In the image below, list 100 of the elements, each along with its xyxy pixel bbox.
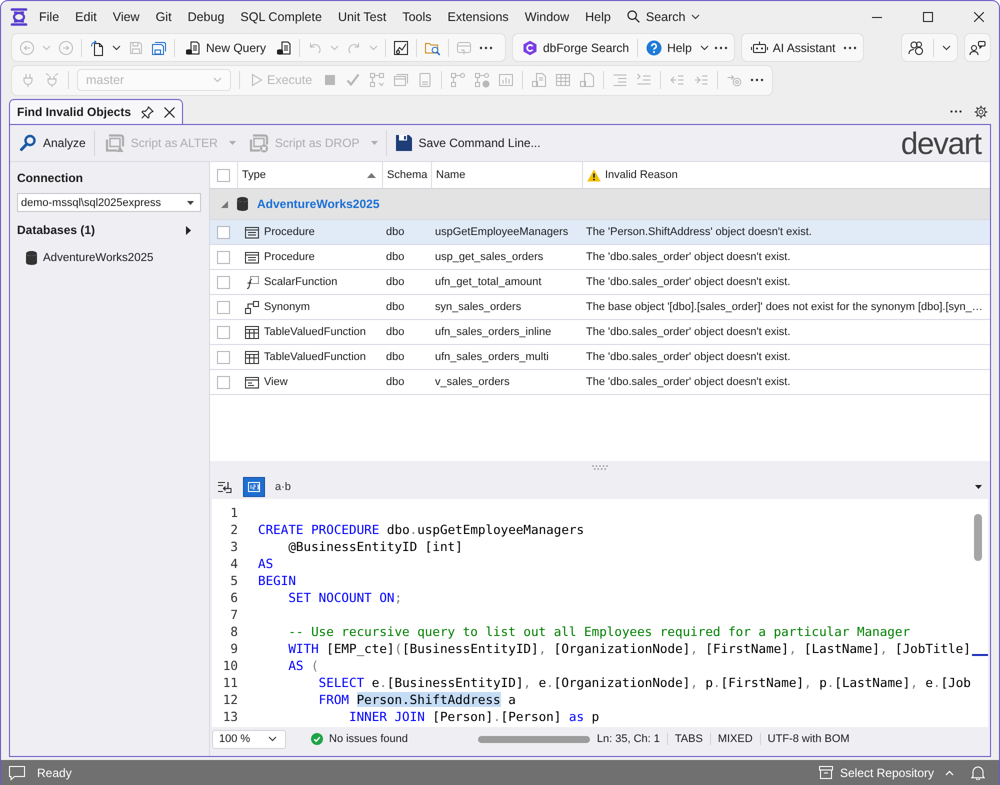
dbforge-search-button[interactable]: dbForge Search — [519, 40, 632, 56]
line-endings-text[interactable]: MIXED — [710, 733, 760, 745]
collapse-triangle-icon[interactable] — [221, 200, 228, 208]
save-all-icon[interactable] — [151, 40, 167, 56]
row-checkbox[interactable] — [217, 376, 230, 388]
triangle-right-icon[interactable] — [186, 226, 191, 234]
table-cell: TableValuedFunction — [264, 351, 366, 363]
status-text: Ready — [37, 766, 72, 780]
line-number: 10 — [222, 657, 238, 674]
group-row[interactable]: AdventureWorks2025 — [210, 189, 990, 220]
row-checkbox[interactable] — [217, 350, 230, 364]
row-checkbox[interactable] — [217, 226, 230, 238]
caret-icon[interactable] — [942, 44, 951, 50]
line-number: 7 — [229, 606, 238, 623]
logo-wordmark: devart — [900, 128, 982, 158]
horizontal-scrollbar-thumb[interactable] — [478, 736, 590, 742]
table-cell: dbo — [386, 251, 404, 263]
splitter-grip-icon[interactable] — [592, 465, 608, 470]
column-header[interactable]: Name — [431, 162, 582, 188]
column-header[interactable]: Type — [237, 162, 382, 188]
table-cell: dbo — [386, 326, 404, 338]
row-checkbox[interactable] — [217, 250, 230, 264]
menu-item[interactable]: Unit Test — [330, 8, 394, 26]
help-button[interactable]: Help — [643, 40, 695, 56]
menu-item[interactable]: Extensions — [440, 8, 517, 26]
scrollbar-thumb[interactable] — [974, 514, 982, 561]
line-number: 3 — [229, 538, 238, 555]
line-number: 5 — [229, 572, 238, 589]
linked-squares-icon — [245, 300, 259, 314]
table-cell: ScalarFunction — [264, 276, 338, 288]
caret-icon[interactable] — [112, 44, 121, 50]
caret-down-icon — [187, 200, 194, 204]
line-number: 9 — [229, 640, 238, 657]
check-circle-icon — [311, 733, 323, 745]
column-header[interactable]: Schema — [382, 162, 431, 188]
table-cell: dbo — [386, 376, 404, 388]
back-icon[interactable] — [19, 40, 35, 56]
close-icon[interactable] — [164, 106, 176, 118]
table-cell: v_sales_orders — [435, 376, 510, 388]
menu-item[interactable]: File — [31, 8, 68, 26]
close-icon[interactable] — [974, 12, 984, 22]
database-icon — [237, 197, 248, 211]
search-menu-button[interactable]: Search — [618, 8, 708, 26]
people-icon[interactable] — [908, 40, 925, 56]
pin-icon[interactable] — [141, 106, 154, 118]
more-icon[interactable] — [479, 46, 494, 50]
row-checkbox[interactable] — [217, 300, 230, 314]
maximize-icon[interactable] — [923, 12, 933, 22]
code-line: FROM Person.ShiftAddress a — [318, 691, 516, 708]
cursor-position-text: Ln: 35, Ch: 1 — [596, 733, 661, 745]
save-command-line-button[interactable]: Save Command Line... — [392, 134, 544, 152]
zoom-dropdown[interactable]: 100 % — [212, 730, 286, 748]
encoding-text[interactable]: UTF-8 with BOM — [760, 733, 857, 745]
code-line: SELECT e.[BusinessEntityID], e.[OrganizationNode], p.[FirstName], p.[LastName], e.[Job — [318, 674, 971, 691]
function-icon — [245, 276, 259, 288]
analyze-button[interactable]: Analyze — [16, 134, 89, 152]
menu-item[interactable]: Help — [577, 8, 619, 26]
code-line: CREATE PROCEDURE dbo.uspGetEmployeeManagers — [258, 521, 584, 538]
database-item[interactable]: AdventureWorks2025 — [26, 251, 154, 265]
document-tab[interactable]: Find Invalid Objects — [9, 99, 184, 124]
forward-icon[interactable] — [58, 40, 74, 56]
chart-window-icon[interactable] — [393, 40, 410, 56]
more-icon[interactable] — [950, 110, 962, 113]
line-number: 13 — [222, 708, 238, 725]
whitespace-toggle[interactable]: a·b — [271, 476, 295, 496]
new-query-button[interactable]: New Query — [182, 40, 270, 56]
menu-item[interactable]: Window — [516, 8, 578, 26]
line-numbers-toggle[interactable] — [243, 476, 265, 496]
indentation-text[interactable]: TABS — [666, 733, 710, 745]
chat-bubble-icon[interactable] — [8, 764, 26, 780]
caret-down-icon[interactable] — [975, 484, 982, 488]
new-file-icon[interactable] — [89, 40, 105, 56]
save-icon[interactable] — [128, 40, 144, 56]
menu-item[interactable]: Git — [148, 8, 180, 26]
row-checkbox[interactable] — [217, 276, 230, 288]
connection-dropdown[interactable]: demo-mssql\sql2025express — [17, 193, 201, 212]
menu-item[interactable]: Debug — [180, 8, 232, 26]
select-all-checkbox[interactable] — [217, 168, 230, 182]
archive-icon — [818, 766, 833, 779]
menu-item[interactable]: Tools — [394, 8, 440, 26]
databases-label: Databases (1) — [17, 223, 96, 237]
row-checkbox[interactable] — [217, 326, 230, 338]
table-row[interactable]: Procedure dbo uspGetEmployeeManagers The 'Person.ShiftAddress' object doesn't exist. — [210, 220, 990, 245]
select-repository-button[interactable]: Select Repository — [836, 766, 957, 780]
column-header[interactable]: Invalid Reason — [582, 162, 990, 188]
table-cell: ufn_sales_orders_multi — [435, 351, 549, 363]
document-database-icon[interactable] — [276, 40, 292, 56]
code-line: -- Use recursive query to list out all Employees required for a particular Manager — [287, 623, 910, 640]
more-icon[interactable] — [843, 46, 858, 50]
settings-icon[interactable] — [974, 104, 988, 118]
menu-item[interactable]: Edit — [67, 8, 105, 26]
menu-item[interactable]: SQL Complete — [232, 8, 330, 26]
caret-icon[interactable] — [700, 44, 709, 50]
grid-function-icon — [245, 326, 259, 338]
bell-icon[interactable] — [971, 765, 985, 780]
layout-icon[interactable] — [456, 40, 472, 56]
menu-item[interactable]: View — [104, 8, 148, 26]
person-chat-icon[interactable] — [969, 40, 986, 56]
table-cell: dbo — [386, 351, 404, 363]
more-icon[interactable] — [714, 46, 728, 50]
